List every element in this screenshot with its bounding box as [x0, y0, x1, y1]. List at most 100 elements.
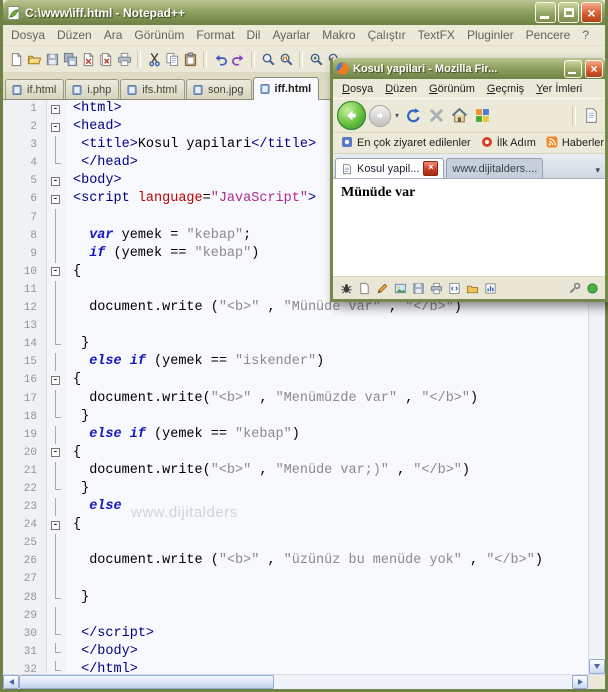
fold-marker[interactable]: - [47, 443, 67, 462]
fold-collapse-icon[interactable]: - [51, 448, 60, 458]
close-button[interactable]: × [581, 2, 602, 23]
npp-tab-if-html[interactable]: if.html [5, 79, 65, 99]
code-line[interactable]: { [67, 444, 605, 462]
npp-menu-item-6[interactable]: Ayarlar [266, 26, 316, 44]
horizontal-scroll-thumb[interactable] [19, 675, 274, 689]
close-all-icon[interactable] [97, 50, 115, 68]
bookmark-getting-started[interactable]: İlk Adım [477, 136, 540, 151]
status-ok-icon[interactable] [584, 280, 600, 296]
code-line[interactable] [67, 607, 605, 625]
ff-tab-0[interactable]: Kosul yapil... × [335, 158, 445, 178]
npp-menu-item-4[interactable]: Format [190, 26, 240, 44]
code-line[interactable]: } [67, 408, 605, 426]
scroll-down-button[interactable] [589, 659, 605, 674]
redo-icon[interactable] [229, 50, 247, 68]
stop-icon[interactable] [426, 106, 446, 126]
code-line[interactable]: document.write("<b>" , "Menümüzde var" ,… [67, 390, 605, 408]
fold-marker[interactable]: - [47, 262, 67, 281]
npp-menu-item-5[interactable]: Dil [240, 26, 266, 44]
minimize-button[interactable] [535, 2, 556, 23]
home-icon[interactable] [449, 106, 469, 126]
image-icon[interactable] [392, 280, 408, 296]
back-button[interactable] [337, 101, 366, 130]
zoom-in-icon[interactable] [307, 50, 325, 68]
ff-close-button[interactable]: × [585, 59, 603, 78]
fold-collapse-icon[interactable]: - [51, 176, 60, 186]
horizontal-scroll-track[interactable] [274, 675, 572, 689]
fold-marker[interactable]: - [47, 100, 67, 119]
chart-icon[interactable] [482, 280, 498, 296]
fold-marker[interactable]: - [47, 516, 67, 535]
code-line[interactable]: document.write("<b>" , "Menüde var;)" , … [67, 462, 605, 480]
quick-launch-grid-icon[interactable] [472, 106, 492, 126]
new-page-icon[interactable] [581, 106, 601, 126]
scroll-right-button[interactable] [572, 675, 588, 689]
list-all-tabs-icon[interactable]: ▾ [592, 165, 603, 178]
replace-icon[interactable] [277, 50, 295, 68]
npp-tab-son-jpg[interactable]: son.jpg [186, 79, 252, 99]
ff-menu-item-1[interactable]: Düzen [379, 83, 423, 95]
code-line[interactable]: { [67, 371, 605, 389]
code-line[interactable]: else [67, 498, 605, 516]
npp-tab-i-php[interactable]: i.php [65, 79, 120, 99]
maximize-button[interactable] [558, 2, 579, 23]
history-dropdown-icon[interactable]: ▾ [394, 111, 400, 120]
save-icon[interactable] [43, 50, 61, 68]
npp-menu-item-0[interactable]: Dosya [5, 26, 51, 44]
tools-icon[interactable] [566, 280, 582, 296]
npp-menu-item-2[interactable]: Ara [98, 26, 129, 44]
paste-icon[interactable] [181, 50, 199, 68]
open-folder-icon[interactable] [25, 50, 43, 68]
print-icon[interactable] [115, 50, 133, 68]
npp-menu-item-10[interactable]: Pluginler [461, 26, 520, 44]
edit-icon[interactable] [374, 280, 390, 296]
print-icon[interactable] [428, 280, 444, 296]
undo-icon[interactable] [211, 50, 229, 68]
npp-menu-item-1[interactable]: Düzen [51, 26, 98, 44]
cut-icon[interactable] [145, 50, 163, 68]
fold-collapse-icon[interactable]: - [51, 267, 60, 277]
fold-collapse-icon[interactable]: - [51, 122, 60, 132]
code-line[interactable]: } [67, 335, 605, 353]
ff-titlebar[interactable]: Kosul yapilari - Mozilla Fir... × [333, 58, 605, 79]
save-icon[interactable] [410, 280, 426, 296]
fold-marker[interactable]: - [47, 118, 67, 137]
ff-menu-item-0[interactable]: Dosya [336, 83, 379, 95]
code-line[interactable]: } [67, 480, 605, 498]
npp-menu-item-9[interactable]: TextFX [412, 26, 461, 44]
code-line[interactable]: { [67, 516, 605, 534]
npp-menu-item-12[interactable]: ? [576, 26, 595, 44]
code-line[interactable] [67, 570, 605, 588]
save-all-icon[interactable] [61, 50, 79, 68]
horizontal-scrollbar[interactable] [3, 674, 605, 689]
ff-minimize-button[interactable] [564, 59, 582, 78]
copy-icon[interactable] [163, 50, 181, 68]
forward-button[interactable] [369, 104, 391, 127]
code-line[interactable]: } [67, 589, 605, 607]
folder-icon[interactable] [464, 280, 480, 296]
fold-marker[interactable]: - [47, 172, 67, 191]
close-icon[interactable] [79, 50, 97, 68]
new-file-icon[interactable] [7, 50, 25, 68]
npp-titlebar[interactable]: C:\www\iff.html - Notepad++ × [3, 0, 605, 25]
npp-menu-item-8[interactable]: Çalıştır [362, 26, 412, 44]
code-line[interactable]: else if (yemek == "iskender") [67, 353, 605, 371]
fold-collapse-icon[interactable]: - [51, 520, 60, 530]
document-icon[interactable] [356, 280, 372, 296]
code-line[interactable] [67, 534, 605, 552]
ff-menu-item-2[interactable]: Görünüm [423, 83, 481, 95]
code-line[interactable]: </script> [67, 625, 605, 643]
npp-menu-item-7[interactable]: Makro [316, 26, 361, 44]
code-line[interactable] [67, 317, 605, 335]
code-line[interactable]: </body> [67, 643, 605, 661]
fold-collapse-icon[interactable]: - [51, 104, 60, 114]
tab-close-button[interactable]: × [423, 161, 439, 176]
code-line[interactable]: </html> [67, 661, 605, 674]
bookmark-most-visited[interactable]: En çok ziyaret edilenler [337, 136, 475, 151]
npp-tab-ifs-html[interactable]: ifs.html [120, 79, 186, 99]
code-line[interactable]: else if (yemek == "kebap") [67, 426, 605, 444]
code-icon[interactable] [446, 280, 462, 296]
find-icon[interactable] [259, 50, 277, 68]
fold-marker[interactable]: - [47, 190, 67, 209]
ff-menu-item-3[interactable]: Geçmiş [481, 83, 530, 95]
